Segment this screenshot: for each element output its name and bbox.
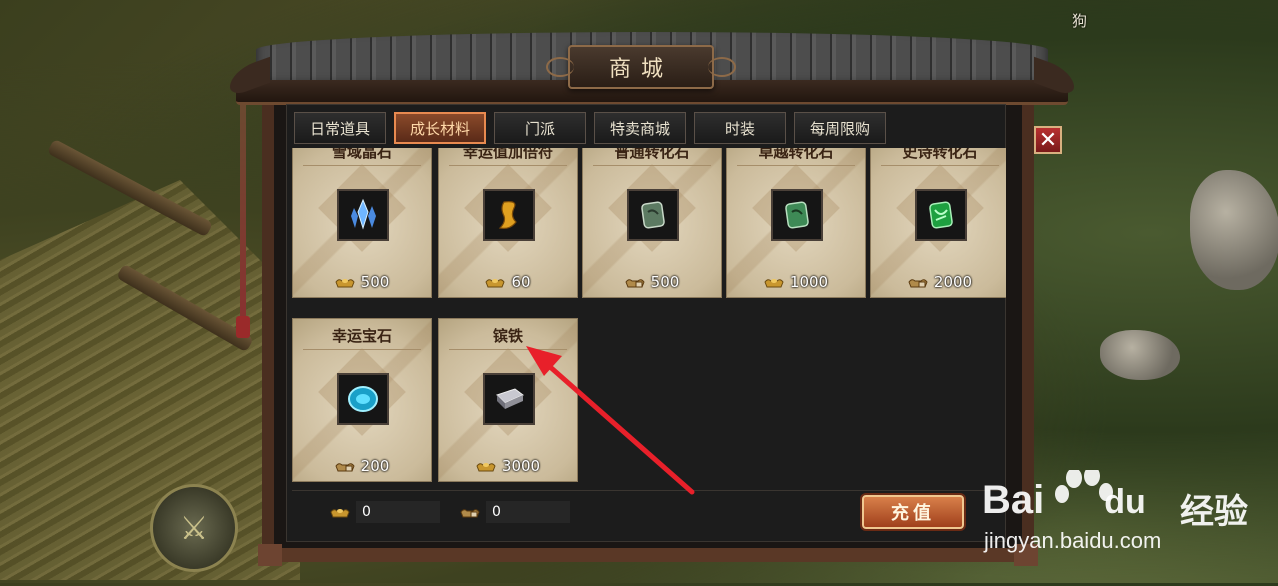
price-value: 500 — [650, 273, 680, 291]
jade-stone-icon — [641, 201, 665, 229]
item-icon-frame — [337, 373, 389, 425]
bound-ingot-icon — [335, 463, 355, 472]
item-price: 500 — [293, 273, 431, 291]
scene-rock — [1100, 330, 1180, 380]
item-icon-frame — [483, 373, 535, 425]
baidu-watermark: Bai du 经验 jingyan.baidu.com — [982, 466, 1272, 582]
bound-ingot-icon — [625, 279, 645, 288]
window-title: 商城 — [608, 57, 673, 82]
crystal-icon — [351, 198, 376, 230]
tab-growth-materials[interactable]: 成长材料 — [394, 112, 486, 144]
recharge-button[interactable]: 充值 — [862, 495, 964, 529]
item-card[interactable]: 史诗转化石 2000 — [870, 148, 1006, 298]
item-card[interactable]: 雪域晶石 500 — [292, 148, 432, 298]
gold-ingot-icon — [485, 279, 506, 288]
gold-balance: 0 — [330, 501, 440, 523]
item-price: 2000 — [871, 273, 1006, 291]
talisman-icon — [498, 201, 517, 229]
jade-stone-icon — [929, 201, 953, 229]
bound-ingot-icon — [460, 509, 480, 518]
gold-balance-value: 0 — [356, 501, 440, 523]
price-value: 3000 — [501, 457, 541, 475]
item-price: 1000 — [727, 273, 865, 291]
gold-ingot-icon — [476, 463, 496, 472]
item-card[interactable]: 卓越转化石 1000 — [726, 148, 866, 298]
item-card[interactable]: 幸运宝石 200 — [292, 318, 432, 482]
item-name: 史诗转化石 — [902, 148, 978, 161]
tab-weekly-limit[interactable]: 每周限购 — [794, 112, 886, 144]
price-value: 1000 — [789, 273, 829, 291]
item-name: 镔铁 — [492, 327, 523, 345]
item-icon-frame — [771, 189, 823, 241]
item-price: 3000 — [439, 457, 577, 475]
hanging-tassel — [236, 100, 250, 338]
pillar-base — [258, 544, 282, 566]
iron-ingot-icon — [496, 388, 524, 409]
item-icon-frame — [337, 189, 389, 241]
watermark-cn: 经验 — [1180, 492, 1248, 532]
item-card[interactable]: 普通转化石 500 — [582, 148, 722, 298]
tab-sect[interactable]: 门派 — [494, 112, 586, 144]
item-price: 60 — [439, 273, 577, 291]
item-icon-frame — [915, 189, 967, 241]
price-value: 2000 — [933, 273, 973, 291]
price-value: 60 — [511, 273, 531, 291]
watermark-url: jingyan.baidu.com — [984, 528, 1162, 553]
gold-ingot-icon — [330, 509, 350, 518]
bound-balance: 0 — [460, 501, 570, 523]
crossed-blades-icon: ⚔ — [179, 509, 209, 547]
gem-icon — [348, 386, 378, 412]
item-price: 500 — [583, 273, 721, 291]
bound-ingot-icon — [908, 279, 928, 288]
bound-balance-value: 0 — [486, 501, 570, 523]
title-plaque: 商城 — [546, 45, 736, 89]
watermark-brand: Bai du — [982, 478, 1146, 522]
tab-fashion[interactable]: 时装 — [694, 112, 786, 144]
item-card[interactable]: 镔铁 3000 — [438, 318, 578, 482]
tab-daily-items[interactable]: 日常道具 — [294, 112, 386, 144]
close-button[interactable]: ✕ — [1034, 126, 1062, 154]
gold-ingot-icon — [335, 279, 355, 288]
gold-ingot-icon — [764, 279, 784, 288]
price-value: 500 — [360, 273, 390, 291]
scene-rock — [1190, 170, 1278, 290]
item-name: 幸运值加倍符 — [462, 148, 553, 161]
tab-special-sale[interactable]: 特卖商城 — [594, 112, 686, 144]
item-icon-frame — [627, 189, 679, 241]
item-price: 200 — [293, 457, 431, 475]
price-value: 200 — [360, 457, 390, 475]
close-icon: ✕ — [1038, 127, 1058, 153]
item-name: 卓越转化石 — [758, 148, 834, 161]
item-grid: 雪域晶石 500 幸运值加倍符 60 普通转化石 500 卓越转化石 1000 … — [292, 148, 1006, 486]
shop-tabs: 日常道具 成长材料 门派 特卖商城 时装 每周限购 — [294, 112, 886, 144]
skill-button[interactable]: ⚔ — [150, 484, 238, 572]
item-name: 普通转化石 — [614, 148, 690, 161]
item-name: 幸运宝石 — [331, 327, 392, 345]
jade-stone-icon — [785, 201, 809, 229]
item-name: 雪域晶石 — [331, 148, 392, 161]
item-card[interactable]: 幸运值加倍符 60 — [438, 148, 578, 298]
item-icon-frame — [483, 189, 535, 241]
npc-name[interactable]: 狗 — [1072, 10, 1087, 31]
